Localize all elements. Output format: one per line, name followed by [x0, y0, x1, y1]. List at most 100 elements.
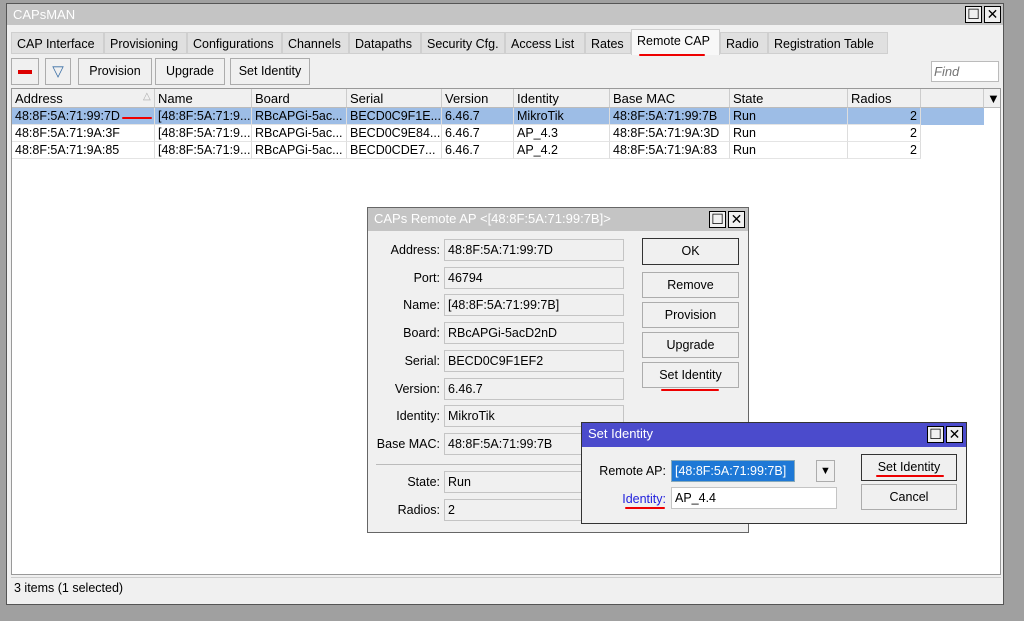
cell-identity: MikroTik — [514, 108, 610, 125]
field-value: 48:8F:5A:71:99:7D — [444, 239, 624, 261]
field-label: Base MAC: — [376, 436, 440, 451]
dialog-title: Set Identity — [588, 426, 654, 441]
table-row[interactable]: 48:8F:5A:71:9A:3F [48:8F:5A:71:9... RBcAPG… — [12, 125, 984, 142]
maximize-button[interactable]: ☐ — [927, 426, 944, 443]
cell-name: [48:8F:5A:71:9... — [155, 125, 252, 142]
table-row[interactable]: 48:8F:5A:71:99:7D [48:8F:5A:71:9... RBcAPG… — [12, 108, 984, 125]
cell-identity: AP_4.2 — [514, 142, 610, 159]
column-header-board[interactable]: Board — [252, 89, 347, 108]
cell-base-mac: 48:8F:5A:71:9A:83 — [610, 142, 730, 159]
cell-version: 6.46.7 — [442, 125, 514, 142]
field-label: Identity: — [396, 409, 440, 424]
cell-serial: BECD0C9E84... — [347, 125, 442, 142]
upgrade-button[interactable]: Upgrade — [642, 332, 739, 358]
cell-board: RBcAPGi-5ac... — [252, 125, 347, 142]
tab-datapaths[interactable]: Datapaths — [349, 32, 421, 54]
provision-button[interactable]: Provision — [78, 58, 152, 85]
upgrade-button[interactable]: Upgrade — [155, 58, 225, 85]
filter-button[interactable]: ▽ — [45, 58, 71, 85]
ok-button[interactable]: OK — [642, 238, 739, 265]
identity-input[interactable]: AP_4.4 — [671, 487, 837, 509]
close-button[interactable]: ✕ — [728, 211, 745, 228]
minus-icon — [18, 69, 32, 74]
field-label: Serial: — [404, 353, 440, 368]
cell-state: Run — [730, 125, 848, 142]
column-header-version[interactable]: Version — [442, 89, 514, 108]
cell-serial: BECD0C9F1E... — [347, 108, 442, 125]
cell-board: RBcAPGi-5ac... — [252, 142, 347, 159]
cell-state: Run — [730, 108, 848, 125]
dialog-title-bar: Set Identity — [582, 423, 966, 447]
identity-label: Identity: — [622, 492, 666, 506]
status-bar: 3 items (1 selected) — [11, 577, 1001, 597]
cell-base-mac: 48:8F:5A:71:9A:3D — [610, 125, 730, 142]
close-button[interactable]: ✕ — [946, 426, 963, 443]
sort-ascending-icon: △ — [143, 91, 151, 102]
tab-remote-cap[interactable]: Remote CAP — [631, 29, 720, 55]
field-value: BECD0C9F1EF2 — [444, 349, 624, 372]
tab-rates[interactable]: Rates — [585, 32, 631, 54]
maximize-button[interactable]: ☐ — [709, 211, 726, 228]
cell-base-mac: 48:8F:5A:71:99:7B — [610, 108, 730, 125]
column-header-identity[interactable]: Identity — [514, 89, 610, 108]
radios-label: Radios: — [397, 503, 440, 517]
tab-provisioning[interactable]: Provisioning — [104, 32, 187, 54]
remote-ap-label: Remote AP: — [599, 464, 666, 478]
cell-identity: AP_4.3 — [514, 125, 610, 142]
column-header-address[interactable]: Address — [12, 89, 155, 108]
field-value: [48:8F:5A:71:99:7B] — [444, 294, 624, 317]
column-header-empty — [921, 89, 984, 108]
tab-cap-interface[interactable]: CAP Interface — [11, 32, 104, 54]
remote-ap-select[interactable]: [48:8F:5A:71:99:7B] — [671, 460, 795, 482]
cell-serial: BECD0CDE7... — [347, 142, 442, 159]
column-header-serial[interactable]: Serial — [347, 89, 442, 108]
set-identity-button[interactable]: Set Identity — [642, 362, 739, 388]
window-title: CAPsMAN — [13, 7, 76, 22]
cell-radios: 2 — [848, 108, 921, 125]
column-chooser-icon[interactable]: ▼ — [984, 89, 1000, 108]
cell-radios: 2 — [848, 142, 921, 159]
tab-radio[interactable]: Radio — [720, 32, 768, 54]
field-label: Board: — [403, 326, 440, 341]
tab-security-cfg-[interactable]: Security Cfg. — [421, 32, 505, 54]
column-header-radios[interactable]: Radios — [848, 89, 921, 108]
dropdown-arrow-icon[interactable]: ▼ — [816, 460, 835, 482]
cell-version: 6.46.7 — [442, 142, 514, 159]
cell-version: 6.46.7 — [442, 108, 514, 125]
cell-board: RBcAPGi-5ac... — [252, 108, 347, 125]
field-label: Version: — [394, 381, 440, 396]
set-identity-button[interactable]: Set Identity — [230, 58, 310, 85]
close-button[interactable]: ✕ — [984, 6, 1001, 23]
dialog-title-bar: CAPs Remote AP <[48:8F:5A:71:99:7B]> — [368, 208, 748, 231]
cell-radios: 2 — [848, 125, 921, 142]
column-header-name[interactable]: Name — [155, 89, 252, 108]
tab-access-list[interactable]: Access List — [505, 32, 585, 54]
remove-button[interactable]: Remove — [642, 272, 739, 298]
cancel-button[interactable]: Cancel — [861, 484, 957, 510]
maximize-button[interactable]: ☐ — [965, 6, 982, 23]
cell-address: 48:8F:5A:71:9A:85 — [12, 142, 155, 159]
cell-name: [48:8F:5A:71:9... — [155, 108, 252, 125]
field-value: 46794 — [444, 266, 624, 289]
set-identity-dialog: Set Identity ☐ ✕ Remote AP: [48:8F:5A:71… — [581, 422, 967, 524]
cell-name: [48:8F:5A:71:9... — [155, 142, 252, 159]
remove-button[interactable] — [11, 58, 39, 85]
find-input[interactable] — [931, 61, 999, 82]
state-label: State: — [407, 475, 440, 489]
dialog-title: CAPs Remote AP <[48:8F:5A:71:99:7B]> — [374, 211, 611, 226]
cell-address: 48:8F:5A:71:9A:3F — [12, 125, 155, 142]
tab-configurations[interactable]: Configurations — [187, 32, 282, 54]
title-bar: CAPsMAN — [7, 4, 1003, 25]
filter-icon: ▽ — [52, 63, 64, 80]
column-header-base-mac[interactable]: Base MAC — [610, 89, 730, 108]
column-header-state[interactable]: State — [730, 89, 848, 108]
field-value: RBcAPGi-5acD2nD — [444, 322, 624, 345]
tab-channels[interactable]: Channels — [282, 32, 349, 54]
field-label: Name: — [403, 298, 440, 313]
cell-state: Run — [730, 142, 848, 159]
tab-registration-table[interactable]: Registration Table — [768, 32, 888, 54]
field-value: 6.46.7 — [444, 377, 624, 400]
provision-button[interactable]: Provision — [642, 302, 739, 328]
field-label: Address: — [390, 243, 440, 257]
table-row[interactable]: 48:8F:5A:71:9A:85 [48:8F:5A:71:9... RBcAPG… — [12, 142, 984, 159]
